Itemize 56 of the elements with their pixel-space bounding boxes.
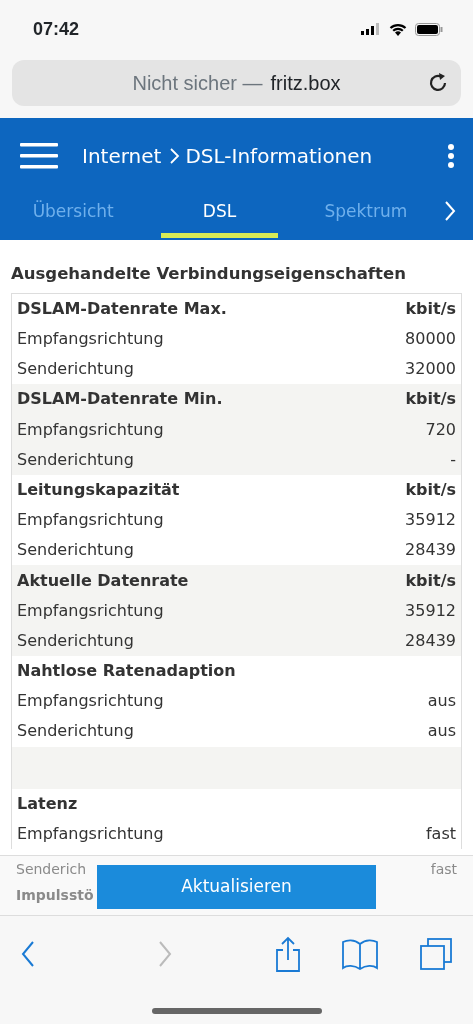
table-cell-text: 35912 [405, 599, 456, 622]
table-cell-text: Empfangsrichtung [17, 509, 164, 532]
table-cell-text: Empfangsrichtung [17, 690, 164, 713]
url-host: fritz.box [270, 71, 341, 96]
table-cell-text: 80000 [405, 328, 456, 351]
table-cell-text: Empfangsrichtung [17, 418, 164, 441]
table-cell-text: kbit/s [405, 569, 456, 592]
tab[interactable]: DSL [146, 194, 293, 240]
table-cell-text: 35912 [405, 509, 456, 532]
table-cell-text: 32000 [405, 358, 456, 381]
table-cell-text: Empfangsrichtung [17, 328, 164, 351]
table-cell-text: Empfangsrichtung [17, 599, 164, 622]
address-bar[interactable]: Nicht sicher — fritz.box [12, 60, 461, 106]
url-prefix: Nicht sicher — [132, 71, 263, 96]
table-cell-text: Impulsstö [16, 885, 94, 905]
section-title: Ausgehandelte Verbindungseigenschaften [10, 263, 407, 285]
breadcrumb-link[interactable]: Internet [82, 141, 162, 171]
table-cell-text: Empfangsrichtung [17, 822, 164, 845]
table-cell-text: Nahtlose Ratenadaption [17, 660, 236, 683]
table-cell-text: Senderichtung [17, 629, 134, 652]
table-cell-text: DSLAM-Datenrate Max. [17, 297, 227, 320]
table-cell-text: Leitungskapazität [17, 478, 180, 501]
signal-icon [361, 23, 381, 35]
table-cell-text: Senderichtung [17, 448, 134, 471]
table-cell-text: aus [427, 690, 456, 713]
tabs-icon[interactable] [419, 937, 453, 971]
table-cell-text: Senderich [16, 859, 87, 879]
table-cell-text: fast [430, 859, 457, 879]
back-icon[interactable] [20, 939, 36, 969]
table-cell-text: kbit/s [405, 478, 456, 501]
share-icon[interactable] [273, 936, 302, 972]
table-cell-text: kbit/s [405, 297, 456, 320]
wifi-icon [389, 22, 407, 36]
reload-icon[interactable] [427, 72, 449, 94]
table-cell-text: kbit/s [405, 388, 456, 411]
table-cell-text: Senderichtung [17, 720, 134, 743]
table-cell-text: aus [427, 720, 456, 743]
chevron-right-icon [167, 146, 182, 166]
table-cell-text: Aktuelle Datenrate [17, 569, 189, 592]
table-cell-text: Latenz [17, 792, 78, 815]
more-icon[interactable] [447, 143, 455, 169]
table-cell-text: 28439 [405, 539, 456, 562]
book-icon[interactable] [342, 938, 379, 970]
table-cell-text: Senderichtung [17, 358, 134, 381]
chevron-right-icon[interactable] [443, 199, 457, 223]
menu-icon[interactable] [20, 142, 58, 170]
table-cell-text: 720 [425, 418, 456, 441]
table-cell-text: fast [425, 822, 456, 845]
battery-icon [415, 22, 443, 36]
table-cell-text: DSLAM-Datenrate Min. [17, 388, 223, 411]
refresh-button[interactable]: Aktualisieren [97, 865, 376, 909]
table-cell-text: Senderichtung [17, 539, 134, 562]
table-cell-text: 28439 [405, 629, 456, 652]
clock-time: 07:42 [33, 17, 80, 41]
page-title: DSL-Informationen [185, 143, 373, 170]
table-cell-text: - [450, 448, 456, 471]
